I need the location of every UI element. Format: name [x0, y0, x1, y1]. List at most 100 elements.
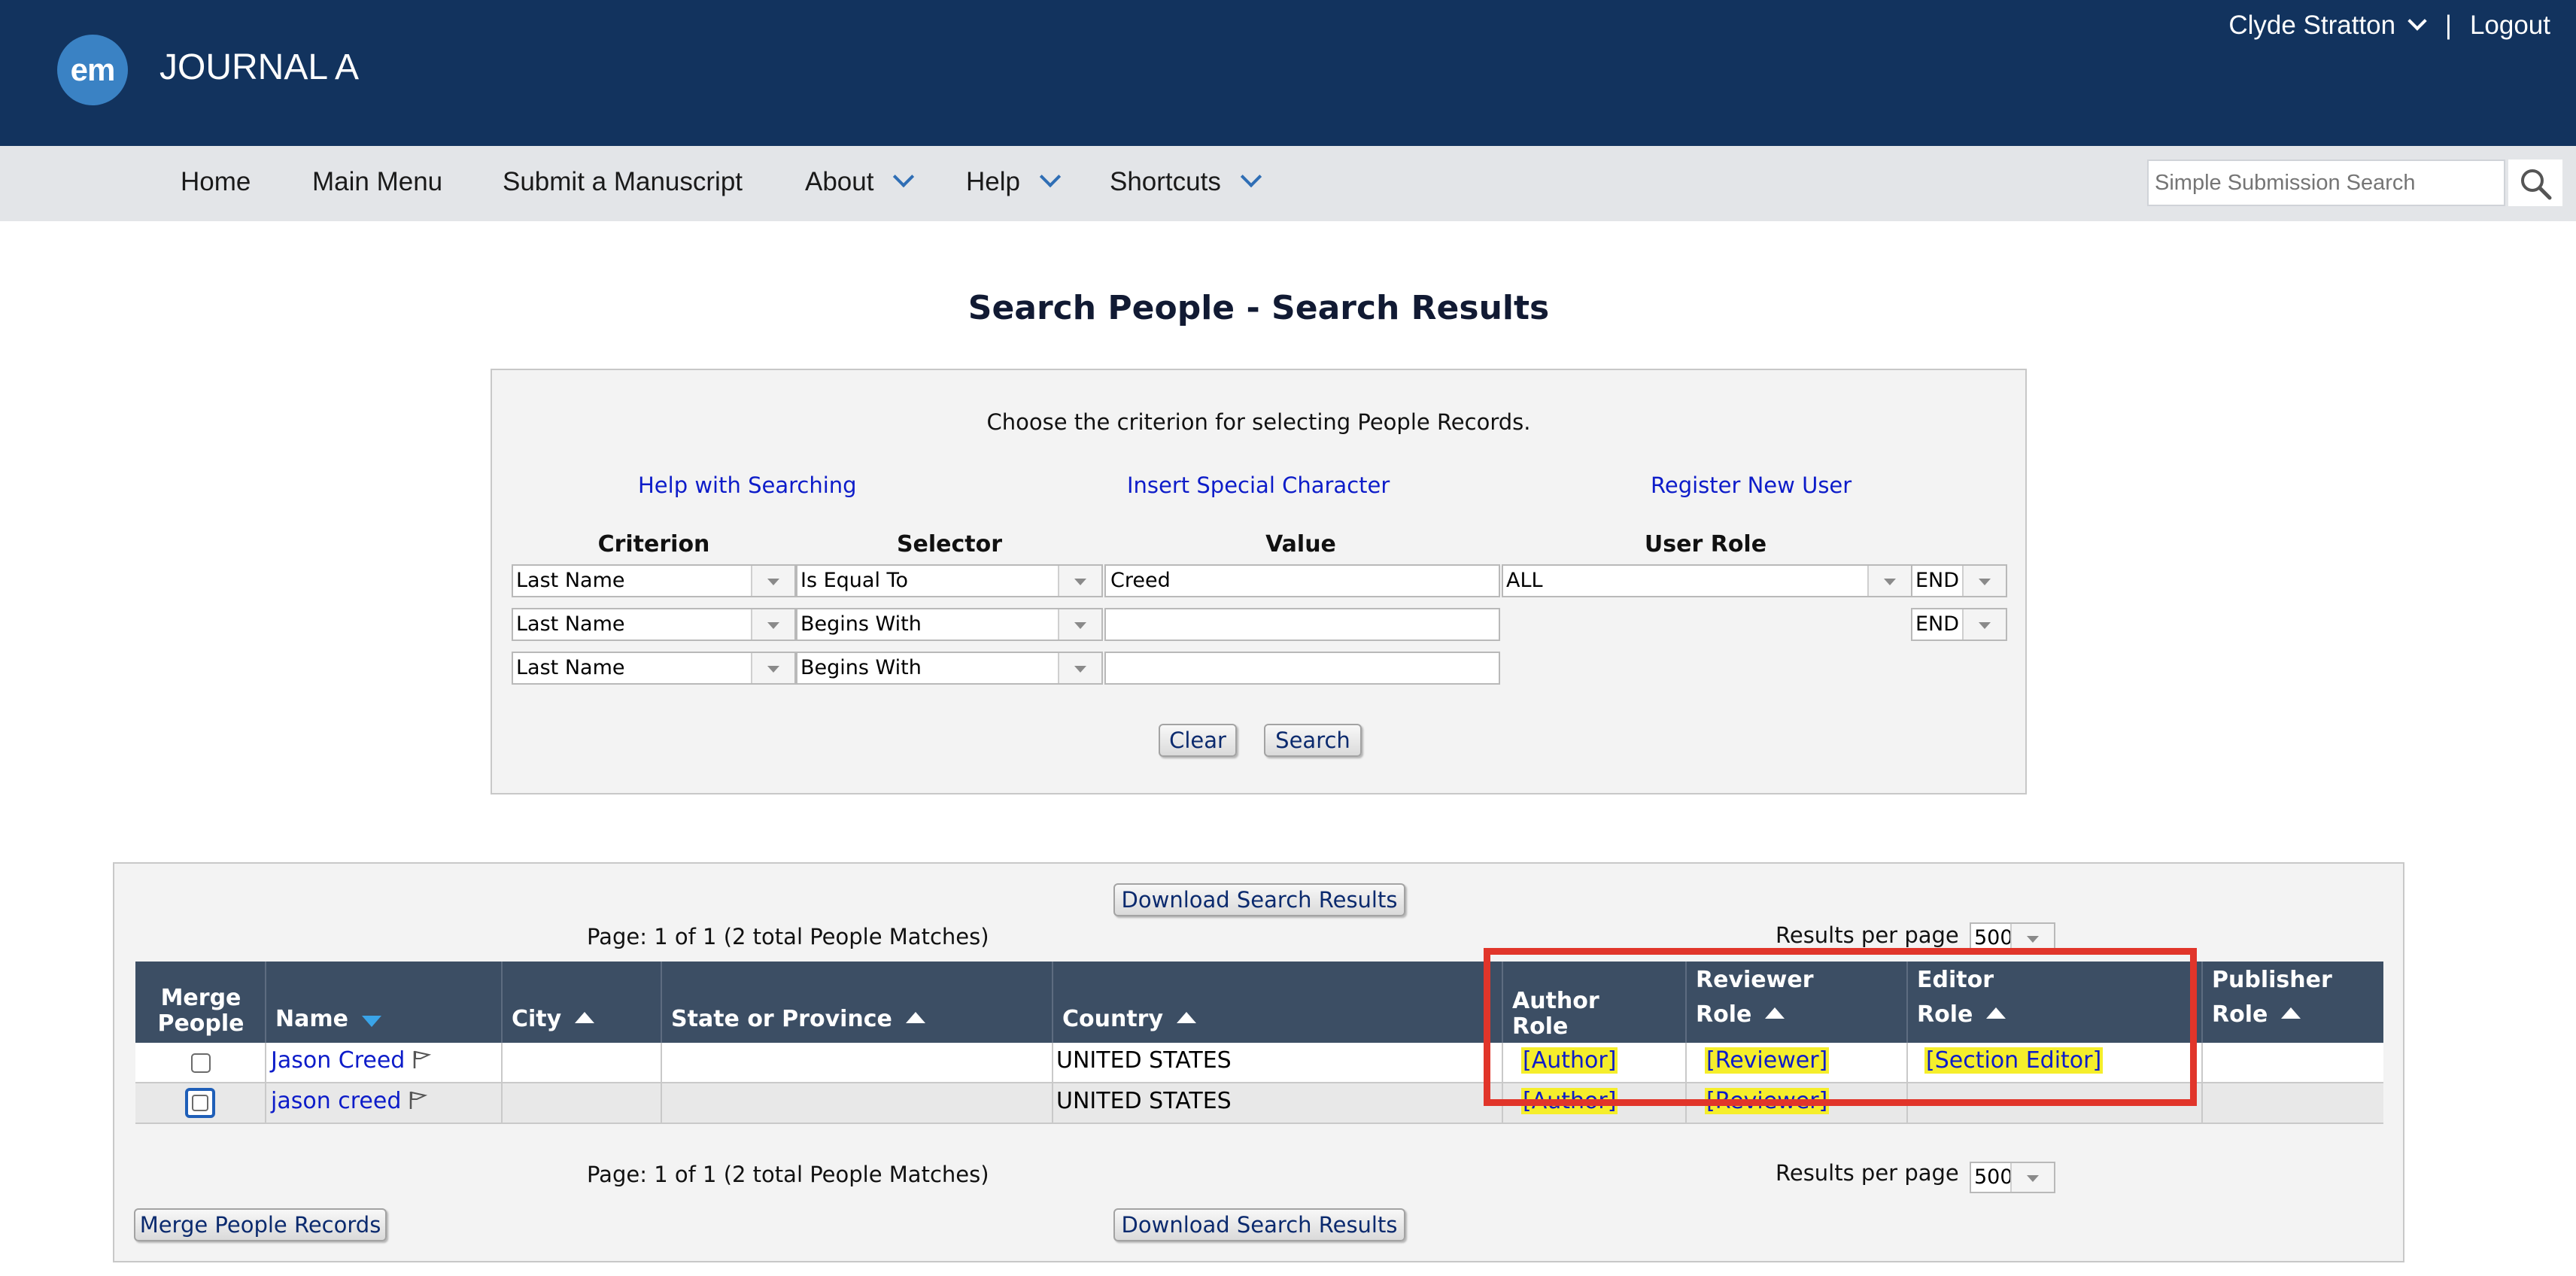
- sort-asc-icon[interactable]: [905, 1012, 925, 1023]
- page-info-bottom: Page: 1 of 1 (2 total People Matches): [587, 1162, 989, 1187]
- chevron-down-icon[interactable]: [1039, 166, 1062, 188]
- nav-shortcuts[interactable]: Shortcuts: [1110, 166, 1262, 197]
- merge-cell: [135, 1083, 266, 1124]
- search-criteria-panel: Choose the criterion for selecting Peopl…: [491, 369, 2027, 794]
- dropdown-arrow-icon[interactable]: [1962, 609, 2006, 640]
- selector-value-3[interactable]: Begins With: [800, 656, 922, 679]
- selector-value-1[interactable]: Is Equal To: [800, 569, 908, 592]
- end-select-2[interactable]: END: [1911, 608, 2007, 641]
- nav-home[interactable]: Home: [181, 167, 251, 197]
- logout-link[interactable]: Logout: [2470, 11, 2550, 41]
- main-nav: Home Main Menu Submit a Manuscript About…: [0, 146, 2576, 221]
- col-publisher-role[interactable]: Publisher Role: [2203, 962, 2383, 1043]
- flag-icon[interactable]: [412, 1050, 432, 1069]
- search-submit-button[interactable]: Search: [1264, 724, 1362, 757]
- selector-value-2[interactable]: Begins With: [800, 612, 922, 636]
- col-country[interactable]: Country: [1053, 962, 1503, 1043]
- dropdown-arrow-icon[interactable]: [1058, 566, 1101, 596]
- merge-checkbox-1[interactable]: [191, 1053, 211, 1073]
- user-role-value[interactable]: ALL: [1506, 569, 1543, 592]
- selector-select-1[interactable]: Is Equal To: [796, 564, 1103, 597]
- nav-main-menu-label[interactable]: Main Menu: [312, 167, 442, 196]
- end-value-2[interactable]: END: [1915, 612, 1959, 636]
- results-per-page-select-bottom[interactable]: 500: [1970, 1162, 2055, 1193]
- page-info-top: Page: 1 of 1 (2 total People Matches): [587, 924, 989, 949]
- person-name-link-2[interactable]: jason creed: [266, 1088, 401, 1114]
- simple-submission-search-input[interactable]: [2147, 160, 2505, 206]
- nav-help[interactable]: Help: [966, 166, 1062, 197]
- nav-about-label[interactable]: About: [805, 167, 873, 196]
- col-country-label[interactable]: Country: [1062, 1006, 1197, 1032]
- person-name-link-1[interactable]: Jason Creed: [266, 1047, 405, 1074]
- col-city-label[interactable]: City: [512, 1006, 595, 1032]
- chevron-down-icon[interactable]: [893, 166, 915, 188]
- chevron-down-icon[interactable]: [2407, 11, 2427, 31]
- col-state-text[interactable]: State or Province: [671, 1006, 892, 1032]
- nav-shortcuts-label[interactable]: Shortcuts: [1110, 167, 1221, 196]
- sort-desc-icon[interactable]: [361, 1016, 381, 1027]
- value-input-2[interactable]: [1104, 608, 1500, 641]
- criterion-value-2[interactable]: Last Name: [516, 612, 624, 636]
- search-button[interactable]: [2508, 160, 2562, 206]
- register-new-user-link[interactable]: Register New User: [1651, 472, 1852, 498]
- dropdown-arrow-icon[interactable]: [1058, 653, 1101, 683]
- col-city-text[interactable]: City: [512, 1006, 561, 1032]
- selector-select-2[interactable]: Begins With: [796, 608, 1103, 641]
- merge-people-records-button[interactable]: Merge People Records: [134, 1208, 387, 1241]
- download-search-results-button-bottom[interactable]: Download Search Results: [1113, 1208, 1405, 1241]
- col-city[interactable]: City: [503, 962, 662, 1043]
- dropdown-arrow-icon[interactable]: [1867, 566, 1911, 596]
- col-publisher-label[interactable]: Publisher Role: [2212, 963, 2385, 1032]
- col-name[interactable]: Name: [266, 962, 503, 1043]
- col-publisher-text[interactable]: Publisher Role: [2212, 967, 2332, 1028]
- nav-main-menu[interactable]: Main Menu: [312, 167, 442, 197]
- name-cell: jason creed: [266, 1083, 503, 1124]
- user-menu[interactable]: Clyde Stratton: [2228, 11, 2435, 41]
- dropdown-arrow-icon[interactable]: [751, 609, 794, 640]
- publisher-role-cell: [2203, 1083, 2383, 1124]
- clear-button[interactable]: Clear: [1159, 724, 1237, 757]
- criterion-header: Criterion: [597, 531, 710, 557]
- merge-checkbox-2[interactable]: [185, 1088, 215, 1118]
- dropdown-arrow-icon[interactable]: [751, 653, 794, 683]
- page-title: Search People - Search Results: [968, 289, 1550, 327]
- col-state[interactable]: State or Province: [662, 962, 1053, 1043]
- sort-asc-icon[interactable]: [2281, 1007, 2301, 1019]
- nav-submit-manuscript[interactable]: Submit a Manuscript: [503, 167, 743, 197]
- criterion-value-3[interactable]: Last Name: [516, 656, 624, 679]
- col-name-text[interactable]: Name: [275, 1006, 348, 1032]
- value-input-3[interactable]: [1104, 652, 1500, 685]
- flag-icon[interactable]: [409, 1090, 428, 1110]
- selector-select-3[interactable]: Begins With: [796, 652, 1103, 685]
- col-state-label[interactable]: State or Province: [671, 1007, 925, 1032]
- nav-home-label[interactable]: Home: [181, 167, 251, 196]
- nav-about[interactable]: About: [805, 166, 915, 197]
- user-name[interactable]: Clyde Stratton: [2228, 11, 2395, 40]
- criterion-select-2[interactable]: Last Name: [512, 608, 796, 641]
- nav-submit-label[interactable]: Submit a Manuscript: [503, 167, 743, 196]
- chevron-down-icon[interactable]: [1240, 166, 1262, 188]
- dropdown-arrow-icon[interactable]: [1058, 609, 1101, 640]
- value-input-1[interactable]: Creed: [1104, 564, 1500, 597]
- state-cell: [662, 1083, 1053, 1124]
- criterion-select-1[interactable]: Last Name: [512, 564, 796, 597]
- insert-special-character-link[interactable]: Insert Special Character: [1127, 472, 1390, 498]
- dropdown-arrow-icon[interactable]: [1962, 566, 2006, 596]
- end-value-1[interactable]: END: [1915, 569, 1959, 592]
- download-search-results-button[interactable]: Download Search Results: [1113, 883, 1405, 916]
- col-country-text[interactable]: Country: [1062, 1006, 1163, 1032]
- nav-help-label[interactable]: Help: [966, 167, 1020, 196]
- results-per-page-value-bottom[interactable]: 500: [1974, 1165, 2013, 1189]
- sort-asc-icon[interactable]: [575, 1012, 595, 1023]
- dropdown-arrow-icon[interactable]: [2010, 1163, 2054, 1192]
- results-per-page-value[interactable]: 500: [1974, 926, 2013, 949]
- sort-asc-icon[interactable]: [1177, 1012, 1197, 1023]
- end-select-1[interactable]: END: [1911, 564, 2007, 597]
- user-role-select[interactable]: ALL: [1502, 564, 1912, 597]
- criterion-select-3[interactable]: Last Name: [512, 652, 796, 685]
- search-icon[interactable]: [2519, 167, 2552, 200]
- help-with-searching-link[interactable]: Help with Searching: [638, 472, 857, 498]
- dropdown-arrow-icon[interactable]: [751, 566, 794, 596]
- criterion-value-1[interactable]: Last Name: [516, 569, 624, 592]
- col-name-label[interactable]: Name: [275, 1007, 381, 1032]
